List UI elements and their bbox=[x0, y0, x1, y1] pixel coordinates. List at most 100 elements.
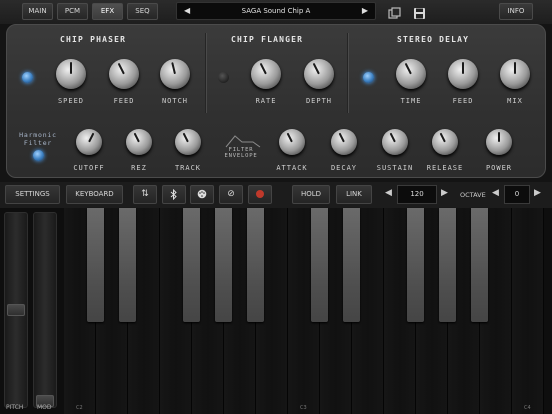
settings-button[interactable]: SETTINGS bbox=[5, 185, 60, 204]
harmonic-filter-label: Harmonic Filter bbox=[13, 131, 63, 147]
rez-label: REZ bbox=[131, 164, 147, 172]
chip-flanger-toggle[interactable] bbox=[218, 72, 229, 83]
time-knob[interactable] bbox=[396, 59, 426, 89]
speed-label: SPEED bbox=[57, 97, 85, 105]
knob-indicator bbox=[338, 132, 345, 143]
rez-knob[interactable] bbox=[126, 129, 152, 155]
info-button[interactable]: INFO bbox=[499, 3, 533, 20]
section-divider bbox=[205, 33, 206, 113]
black-key[interactable] bbox=[247, 208, 264, 322]
delay-feed-knob[interactable] bbox=[448, 59, 478, 89]
effects-panel: CHIP PHASER SPEED FEED NOTCH CHIP FLANGE… bbox=[6, 24, 546, 178]
knob-indicator bbox=[514, 62, 516, 74]
black-key[interactable] bbox=[183, 208, 200, 322]
tab-seq[interactable]: SEQ bbox=[127, 3, 158, 20]
black-key[interactable] bbox=[343, 208, 360, 322]
octave-decrease-icon[interactable]: ◀ bbox=[492, 188, 499, 198]
sustain-knob[interactable] bbox=[382, 129, 408, 155]
stereo-delay-title: STEREO DELAY bbox=[397, 35, 470, 44]
tempo-increase-icon[interactable]: ▶ bbox=[441, 188, 448, 198]
knob-indicator bbox=[498, 132, 500, 142]
track-label: TRACK bbox=[174, 164, 202, 172]
sustain-label: SUSTAIN bbox=[376, 164, 414, 172]
release-knob[interactable] bbox=[432, 129, 458, 155]
black-key[interactable] bbox=[311, 208, 328, 322]
rate-label: RATE bbox=[255, 97, 277, 105]
attack-knob[interactable] bbox=[279, 129, 305, 155]
knob-indicator bbox=[404, 62, 412, 75]
delay-feed-label: FEED bbox=[452, 97, 474, 105]
pitch-wheel[interactable] bbox=[4, 212, 28, 408]
octave-field[interactable]: 0 bbox=[504, 185, 530, 204]
decay-label: DECAY bbox=[330, 164, 358, 172]
octave-c-label: C3 bbox=[300, 405, 307, 411]
envelope-label-line2: ENVELOPE bbox=[224, 153, 258, 159]
knob-indicator bbox=[182, 132, 189, 143]
rate-knob[interactable] bbox=[251, 59, 281, 89]
midi-icon bbox=[197, 189, 207, 199]
speed-knob[interactable] bbox=[56, 59, 86, 89]
block-button[interactable]: ⊘ bbox=[219, 185, 243, 204]
mod-wheel[interactable] bbox=[33, 212, 57, 408]
section-divider bbox=[347, 33, 348, 113]
knob-indicator bbox=[117, 62, 125, 75]
octave-c-label: C4 bbox=[524, 405, 531, 411]
sort-button[interactable]: ⇅ bbox=[133, 185, 157, 204]
black-key[interactable] bbox=[439, 208, 456, 322]
preset-name: SAGA Sound Chip A bbox=[241, 7, 311, 15]
copy-icon[interactable] bbox=[388, 5, 401, 19]
harmonic-label-line2: Filter bbox=[23, 139, 53, 147]
top-bar: MAIN PCM EFX SEQ ◀ SAGA Sound Chip A ▶ I… bbox=[0, 0, 552, 24]
record-button[interactable] bbox=[248, 185, 272, 204]
knob-indicator bbox=[133, 132, 140, 143]
pitch-label: PITCH bbox=[6, 404, 24, 411]
midi-button[interactable] bbox=[190, 185, 214, 204]
control-strip: SETTINGS KEYBOARD ⇅ ⊘ HOLD LINK ◀ 120 ▶ … bbox=[0, 182, 552, 208]
harmonic-filter-toggle[interactable] bbox=[33, 150, 44, 161]
hold-button[interactable]: HOLD bbox=[292, 185, 330, 204]
knob-indicator bbox=[70, 62, 72, 74]
octave-increase-icon[interactable]: ▶ bbox=[534, 188, 541, 198]
tempo-field[interactable]: 120 bbox=[397, 185, 437, 204]
preset-selector[interactable]: ◀ SAGA Sound Chip A ▶ bbox=[176, 2, 376, 20]
black-key[interactable] bbox=[215, 208, 232, 322]
time-label: TIME bbox=[400, 97, 422, 105]
keyboard: PITCH MOD C2 C3 C4 bbox=[0, 208, 552, 414]
knob-indicator bbox=[171, 62, 176, 75]
cutoff-knob[interactable] bbox=[76, 129, 102, 155]
link-button[interactable]: LINK bbox=[336, 185, 372, 204]
depth-knob[interactable] bbox=[304, 59, 334, 89]
triangle-right-icon[interactable]: ▶ bbox=[362, 3, 368, 19]
knob-indicator bbox=[439, 132, 446, 143]
black-key[interactable] bbox=[119, 208, 136, 322]
keyboard-button[interactable]: KEYBOARD bbox=[66, 185, 123, 204]
tab-efx[interactable]: EFX bbox=[92, 3, 123, 20]
bluetooth-icon bbox=[170, 188, 177, 201]
decay-knob[interactable] bbox=[331, 129, 357, 155]
record-icon bbox=[256, 190, 264, 198]
knob-indicator bbox=[259, 62, 267, 75]
chip-phaser-toggle[interactable] bbox=[22, 72, 33, 83]
chip-flanger-title: CHIP FLANGER bbox=[231, 35, 304, 44]
black-key[interactable] bbox=[407, 208, 424, 322]
phaser-feed-knob[interactable] bbox=[109, 59, 139, 89]
envelope-shape-icon bbox=[225, 133, 261, 148]
knob-indicator bbox=[286, 132, 293, 143]
black-key[interactable] bbox=[87, 208, 104, 322]
stereo-delay-toggle[interactable] bbox=[363, 72, 374, 83]
tab-pcm[interactable]: PCM bbox=[57, 3, 88, 20]
notch-label: NOTCH bbox=[161, 97, 189, 105]
notch-knob[interactable] bbox=[160, 59, 190, 89]
save-icon[interactable] bbox=[413, 5, 426, 19]
block-icon: ⊘ bbox=[227, 189, 235, 199]
mix-knob[interactable] bbox=[500, 59, 530, 89]
release-label: RELEASE bbox=[426, 164, 464, 172]
black-key[interactable] bbox=[471, 208, 488, 322]
power-knob[interactable] bbox=[486, 129, 512, 155]
white-key[interactable] bbox=[512, 208, 544, 414]
bluetooth-button[interactable] bbox=[162, 185, 186, 204]
pitch-wheel-handle[interactable] bbox=[7, 304, 25, 316]
tempo-decrease-icon[interactable]: ◀ bbox=[385, 188, 392, 198]
track-knob[interactable] bbox=[175, 129, 201, 155]
tab-main[interactable]: MAIN bbox=[22, 3, 53, 20]
